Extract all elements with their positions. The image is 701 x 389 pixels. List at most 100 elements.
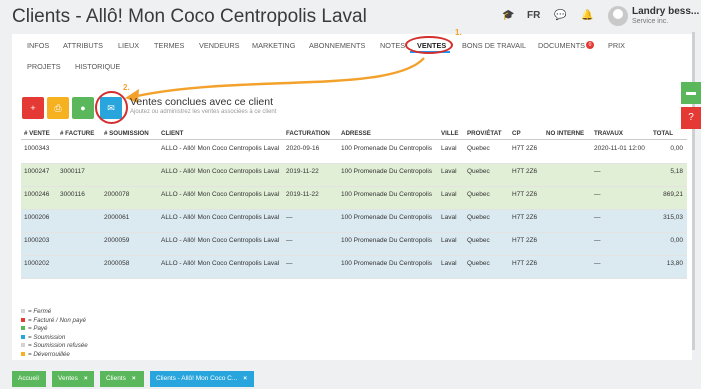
tab-lieux[interactable]: LIEUX	[118, 41, 139, 50]
taskbar-tab-label: Clients	[106, 375, 126, 382]
client-panel: INFOS ATTRIBUTS LIEUX TERMES VENDEURS MA…	[12, 28, 692, 360]
table-row[interactable]: 1000246 3000116 2000078 ALLO - Allô! Mon Co…	[21, 187, 687, 210]
cell-vente: 1000206	[24, 214, 50, 221]
col-vente[interactable]: # VENTE	[24, 129, 50, 138]
cell-soumission: 2000061	[104, 214, 130, 221]
cell-total: 315,03	[663, 214, 683, 221]
col-client[interactable]: CLIENT	[161, 129, 183, 138]
legend-item: = Payé	[21, 325, 47, 332]
col-cp[interactable]: CP	[512, 129, 521, 138]
scrollbar[interactable]	[692, 32, 695, 350]
cell-client: ALLO - Allô! Mon Coco Centropolis Laval	[161, 260, 280, 267]
bell-icon[interactable]: 🔔	[581, 10, 593, 21]
tab-marketing[interactable]: MARKETING	[252, 41, 295, 50]
tab-historique[interactable]: HISTORIQUE	[75, 62, 120, 71]
user-menu[interactable]: Landry bess... ▾	[632, 6, 701, 17]
legend-label: = Déverrouillée	[28, 350, 70, 358]
tab-bons-de-travail[interactable]: BONS DE TRAVAIL	[462, 41, 526, 50]
cell-soumission: 2000058	[104, 260, 130, 267]
user-company: Service inc.	[632, 18, 669, 25]
tab-attributs[interactable]: ATTRIBUTS	[63, 41, 103, 50]
col-facturation[interactable]: FACTURATION	[286, 129, 330, 138]
annotation-circle-email	[95, 91, 128, 124]
comment-button[interactable]: ●	[72, 97, 94, 119]
cell-vente: 1000202	[24, 260, 50, 267]
col-adresse[interactable]: ADRESSE	[341, 129, 371, 138]
legend-item: = Soumission refusée	[21, 342, 88, 349]
add-button[interactable]: +	[22, 97, 44, 119]
cell-adresse: 100 Promenade Du Centropolis	[341, 237, 433, 244]
section-title: Ventes conclues avec ce client	[130, 96, 274, 108]
close-icon[interactable]: ×	[84, 375, 88, 382]
close-icon[interactable]: ×	[132, 375, 136, 382]
tab-documents[interactable]: DOCUMENTS 0	[538, 41, 595, 50]
col-travaux[interactable]: TRAVAUX	[594, 129, 623, 138]
cell-ville: Laval	[441, 145, 457, 152]
tab-abonnements[interactable]: ABONNEMENTS	[309, 41, 365, 50]
taskbar-tab[interactable]: Clients - Allô! Mon Coco C... ×	[150, 371, 254, 387]
graduation-cap-icon[interactable]: 🎓	[502, 10, 514, 21]
cell-prov: Quebec	[467, 145, 490, 152]
legend-item: = Soumission	[21, 334, 65, 341]
cell-total: 0,00	[670, 145, 683, 152]
table-row[interactable]: 1000206 2000061 ALLO - Allô! Mon Coco Cent…	[21, 210, 687, 233]
tab-bar: INFOS ATTRIBUTS LIEUX TERMES VENDEURS MA…	[12, 28, 692, 82]
cell-ville: Laval	[441, 191, 457, 198]
table-row[interactable]: 1000343 ALLO - Allô! Mon Coco Centropolis…	[21, 141, 687, 164]
cell-total: 5,18	[670, 168, 683, 175]
cell-ville: Laval	[441, 260, 457, 267]
annotation-step-2: 2.	[123, 83, 130, 92]
cell-prov: Quebec	[467, 260, 490, 267]
cell-adresse: 100 Promenade Du Centropolis	[341, 168, 433, 175]
taskbar-tab[interactable]: Accueil	[12, 371, 46, 387]
help-side-button[interactable]: ?	[681, 107, 701, 129]
tab-infos[interactable]: INFOS	[27, 41, 49, 50]
cell-client: ALLO - Allô! Mon Coco Centropolis Laval	[161, 191, 280, 198]
tab-notes[interactable]: NOTES	[380, 41, 405, 50]
table-row[interactable]: 1000247 3000117 ALLO - Allô! Mon Coco Cent…	[21, 164, 687, 187]
cell-facturation: 2019-11-22	[286, 191, 319, 198]
col-soumission[interactable]: # SOUMISSION	[104, 129, 149, 138]
cell-travaux: 2020-11-01 12:00	[594, 145, 645, 152]
col-no-interne[interactable]: NO INTERNE	[546, 129, 584, 138]
col-facture[interactable]: # FACTURE	[60, 129, 94, 138]
cell-vente: 1000247	[24, 168, 50, 175]
col-prov[interactable]: PROV/ÉTAT	[467, 129, 502, 138]
tab-termes[interactable]: TERMES	[154, 41, 184, 50]
legend-item: = Facturé / Non payé	[21, 317, 86, 324]
col-ville[interactable]: VILLE	[441, 129, 459, 138]
avatar[interactable]	[608, 6, 628, 26]
table-row[interactable]: 1000203 2000059 ALLO - Allô! Mon Coco Cent…	[21, 233, 687, 256]
cell-ville: Laval	[441, 237, 457, 244]
cell-total: 0,00	[670, 237, 683, 244]
language-selector[interactable]: FR	[527, 10, 540, 21]
cell-travaux: —	[594, 237, 601, 244]
documents-badge: 0	[586, 41, 595, 49]
legend-swatch	[21, 326, 25, 331]
table-row[interactable]: 1000202 2000058 ALLO - Allô! Mon Coco Cent…	[21, 256, 687, 279]
taskbar-tab[interactable]: Clients ×	[100, 371, 144, 387]
section-subtitle: Ajoutez ou administrez les ventes associ…	[130, 109, 277, 115]
cell-soumission: 2000059	[104, 237, 130, 244]
cell-travaux: —	[594, 214, 601, 221]
cell-client: ALLO - Allô! Mon Coco Centropolis Laval	[161, 237, 280, 244]
chat-side-button[interactable]: ▬	[681, 82, 701, 104]
cell-facture: 3000116	[60, 191, 85, 198]
cell-total: 13,80	[666, 260, 683, 267]
close-icon[interactable]: ×	[243, 375, 247, 382]
tab-projets[interactable]: PROJETS	[27, 62, 61, 71]
cell-facturation: 2020-09-16	[286, 145, 320, 152]
cell-travaux: —	[594, 260, 601, 267]
chat-icon[interactable]: 💬	[554, 10, 566, 21]
taskbar-tab[interactable]: Ventes ×	[52, 371, 94, 387]
tab-documents-label: DOCUMENTS	[538, 41, 586, 50]
tab-vendeurs[interactable]: VENDEURS	[199, 41, 240, 50]
cell-facturation: —	[286, 237, 293, 244]
print-button[interactable]: ⎙	[47, 97, 69, 119]
legend-swatch	[21, 317, 25, 322]
cell-travaux: —	[594, 168, 601, 175]
col-total[interactable]: TOTAL	[653, 129, 673, 138]
cell-cp: H7T 2Z6	[512, 260, 538, 267]
tab-prix[interactable]: PRIX	[608, 41, 625, 50]
cell-adresse: 100 Promenade Du Centropolis	[341, 191, 433, 198]
